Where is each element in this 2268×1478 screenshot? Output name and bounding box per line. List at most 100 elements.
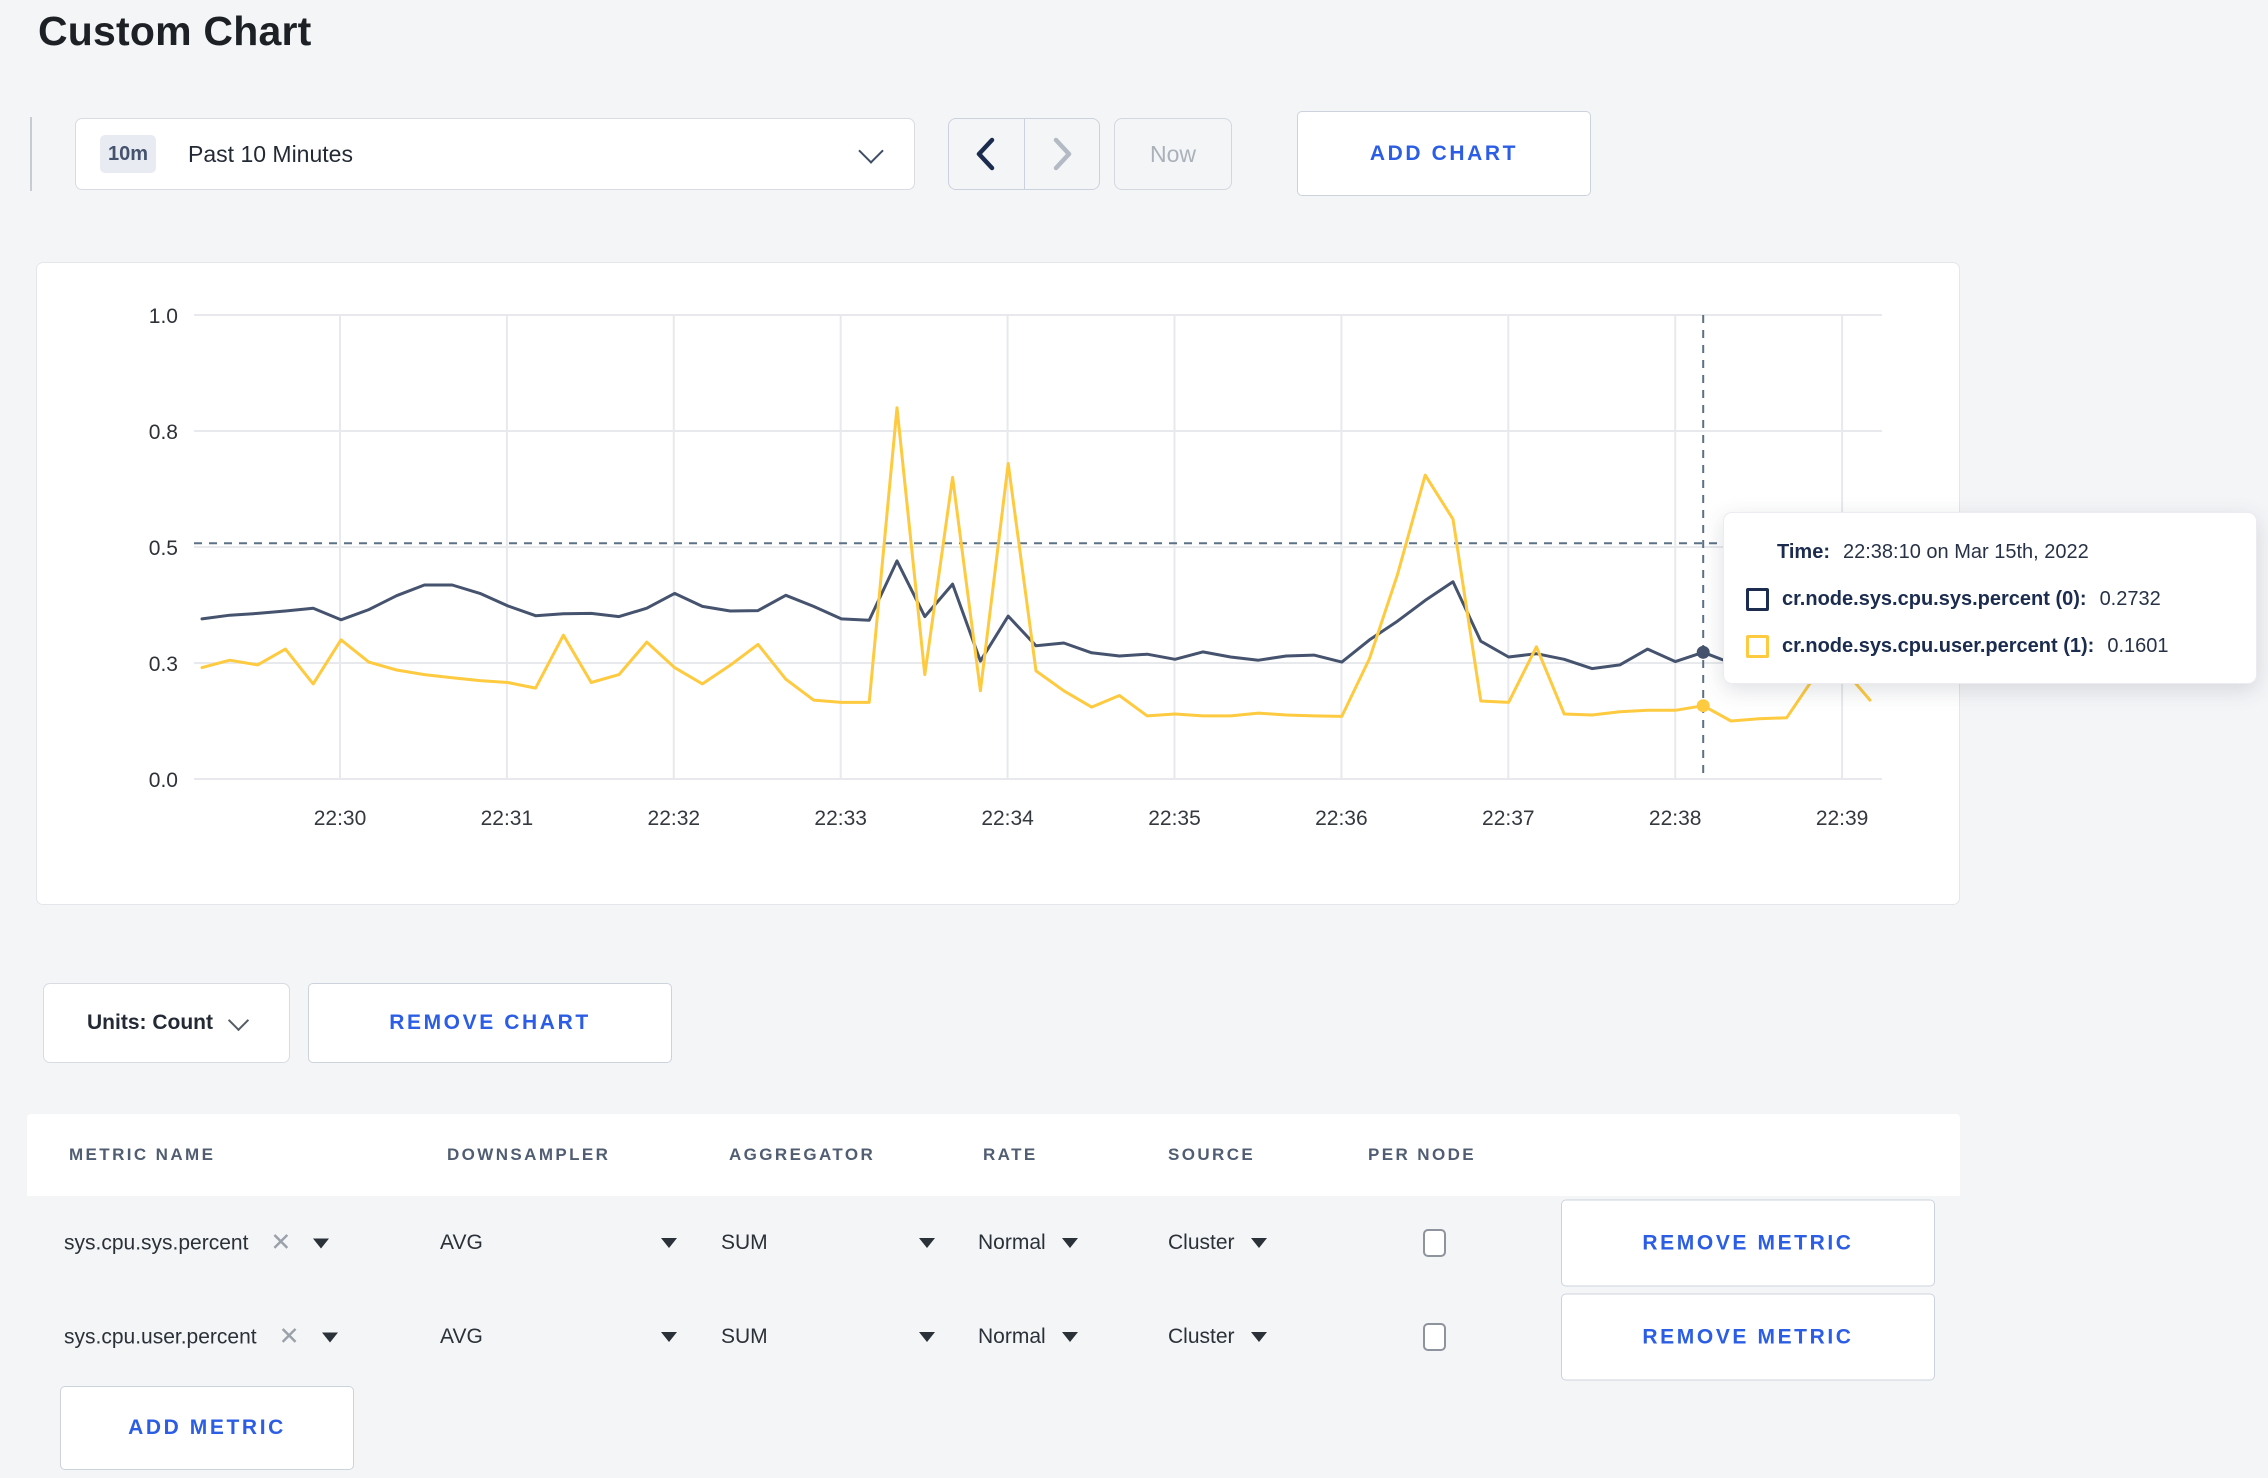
per-node-checkbox[interactable]: [1423, 1229, 1446, 1257]
time-window-label: Past 10 Minutes: [188, 140, 353, 167]
source-value: Cluster: [1168, 1231, 1235, 1254]
svg-text:0.5: 0.5: [149, 537, 178, 560]
svg-text:0.0: 0.0: [149, 769, 178, 792]
now-button[interactable]: Now: [1114, 118, 1232, 190]
caret-down-icon: [661, 1332, 677, 1342]
column-header-per-node: PER NODE: [1368, 1145, 1476, 1164]
clear-metric-icon[interactable]: ✕: [270, 1230, 291, 1256]
svg-text:22:38: 22:38: [1649, 807, 1702, 830]
tooltip-series-label: cr.node.sys.cpu.sys.percent (0):: [1782, 587, 2087, 610]
svg-text:22:30: 22:30: [314, 807, 367, 830]
svg-text:22:31: 22:31: [481, 807, 534, 830]
tooltip-time-label: Time:: [1777, 540, 1830, 563]
next-time-button[interactable]: [1023, 119, 1100, 189]
tooltip-series-label: cr.node.sys.cpu.user.percent (1):: [1782, 634, 2095, 657]
metric-row: sys.cpu.sys.percent ✕ AVG SUM Normal Clu…: [27, 1196, 1960, 1290]
page-title: Custom Chart: [38, 8, 312, 54]
caret-down-icon: [313, 1238, 330, 1248]
metrics-table-header: METRIC NAME DOWNSAMPLER AGGREGATOR RATE …: [27, 1114, 1960, 1196]
column-header-aggregator: AGGREGATOR: [729, 1145, 876, 1164]
chevron-down-icon: [227, 1009, 250, 1032]
caret-down-icon: [661, 1238, 677, 1248]
per-node-cell: [1423, 1323, 1446, 1351]
add-chart-label: ADD CHART: [1369, 141, 1519, 165]
svg-text:22:36: 22:36: [1315, 807, 1368, 830]
chevron-left-icon: [977, 137, 995, 171]
caret-down-icon: [1250, 1332, 1267, 1342]
caret-down-icon: [919, 1238, 935, 1248]
add-metric-button[interactable]: ADD METRIC: [60, 1386, 354, 1470]
clear-metric-icon[interactable]: ✕: [279, 1324, 300, 1350]
tooltip-time-row: Time: 22:38:10 on Mar 15th, 2022: [1746, 532, 2256, 572]
svg-text:22:34: 22:34: [981, 807, 1034, 830]
downsampler-select[interactable]: AVG: [440, 1325, 677, 1349]
tooltip-series-row: cr.node.sys.cpu.sys.percent (0): 0.2732: [1746, 579, 2256, 619]
time-window-dropdown[interactable]: 10m Past 10 Minutes: [75, 118, 915, 190]
svg-text:22:35: 22:35: [1148, 807, 1201, 830]
svg-text:22:33: 22:33: [814, 807, 867, 830]
metric-name-value: sys.cpu.user.percent: [64, 1325, 257, 1348]
column-header-downsampler: DOWNSAMPLER: [447, 1145, 611, 1164]
metric-row: sys.cpu.user.percent ✕ AVG SUM Normal Cl…: [27, 1290, 1960, 1384]
time-nav-group: [948, 118, 1100, 190]
aggregator-value: SUM: [721, 1231, 768, 1254]
downsampler-select[interactable]: AVG: [440, 1231, 677, 1255]
tooltip-time-value: 22:38:10 on Mar 15th, 2022: [1842, 540, 2089, 563]
units-dropdown[interactable]: Units: Count: [43, 983, 290, 1063]
remove-metric-label: REMOVE METRIC: [1642, 1231, 1854, 1254]
chevron-right-icon: [1053, 137, 1071, 171]
per-node-cell: [1423, 1229, 1446, 1257]
metric-name-select[interactable]: sys.cpu.sys.percent ✕: [64, 1230, 330, 1256]
per-node-checkbox[interactable]: [1423, 1323, 1446, 1351]
prev-time-button[interactable]: [949, 119, 1024, 189]
rate-value: Normal: [978, 1231, 1046, 1254]
downsampler-value: AVG: [440, 1231, 483, 1254]
tooltip-series-value: 0.2732: [2099, 587, 2161, 610]
source-select[interactable]: Cluster: [1168, 1325, 1267, 1349]
source-select[interactable]: Cluster: [1168, 1231, 1267, 1255]
time-window-badge: 10m: [100, 135, 157, 173]
remove-chart-label: REMOVE CHART: [389, 1011, 591, 1034]
svg-text:22:39: 22:39: [1816, 807, 1869, 830]
metric-name-value: sys.cpu.sys.percent: [64, 1231, 249, 1254]
series-sys-swatch-icon: [1746, 587, 1769, 611]
svg-text:22:37: 22:37: [1482, 807, 1535, 830]
rate-value: Normal: [978, 1325, 1046, 1348]
svg-text:0.3: 0.3: [149, 653, 178, 676]
remove-chart-button[interactable]: REMOVE CHART: [308, 983, 672, 1063]
svg-text:1.0: 1.0: [149, 305, 178, 328]
rate-select[interactable]: Normal: [978, 1325, 1078, 1349]
chart-tooltip: Time: 22:38:10 on Mar 15th, 2022 cr.node…: [1723, 512, 2257, 684]
svg-text:0.8: 0.8: [149, 421, 178, 444]
chart-card: 0.0 0.3 0.5 0.8 1.0 22:30 22:31 22:32 22:33 22:34…: [36, 262, 1960, 905]
caret-down-icon: [1061, 1238, 1078, 1248]
rate-select[interactable]: Normal: [978, 1231, 1078, 1255]
caret-down-icon: [1061, 1332, 1078, 1342]
add-chart-button[interactable]: ADD CHART: [1297, 111, 1591, 196]
chevron-down-icon: [858, 138, 884, 164]
toolbar-divider: [30, 117, 32, 191]
source-value: Cluster: [1168, 1325, 1235, 1348]
svg-text:22:32: 22:32: [648, 807, 701, 830]
now-button-label: Now: [1149, 140, 1196, 167]
column-header-source: SOURCE: [1168, 1145, 1256, 1164]
caret-down-icon: [1250, 1238, 1267, 1248]
remove-metric-button[interactable]: REMOVE METRIC: [1561, 1293, 1935, 1381]
metric-name-select[interactable]: sys.cpu.user.percent ✕: [64, 1324, 338, 1350]
tooltip-series-row: cr.node.sys.cpu.user.percent (1): 0.1601: [1746, 626, 2256, 666]
chart-canvas[interactable]: 0.0 0.3 0.5 0.8 1.0 22:30 22:31 22:32 22:33 22:34…: [37, 263, 1958, 903]
series-user-swatch-icon: [1746, 634, 1769, 658]
tooltip-series-value: 0.1601: [2107, 634, 2169, 657]
column-header-rate: RATE: [983, 1145, 1038, 1164]
caret-down-icon: [321, 1332, 338, 1342]
aggregator-select[interactable]: SUM: [721, 1325, 935, 1349]
remove-metric-button[interactable]: REMOVE METRIC: [1561, 1199, 1935, 1287]
units-dropdown-label: Units: Count: [87, 1011, 213, 1034]
aggregator-select[interactable]: SUM: [721, 1231, 935, 1255]
downsampler-value: AVG: [440, 1325, 483, 1348]
aggregator-value: SUM: [721, 1325, 768, 1348]
add-metric-label: ADD METRIC: [128, 1416, 286, 1439]
remove-metric-label: REMOVE METRIC: [1642, 1325, 1854, 1348]
caret-down-icon: [919, 1332, 935, 1342]
column-header-metric-name: METRIC NAME: [69, 1145, 216, 1164]
